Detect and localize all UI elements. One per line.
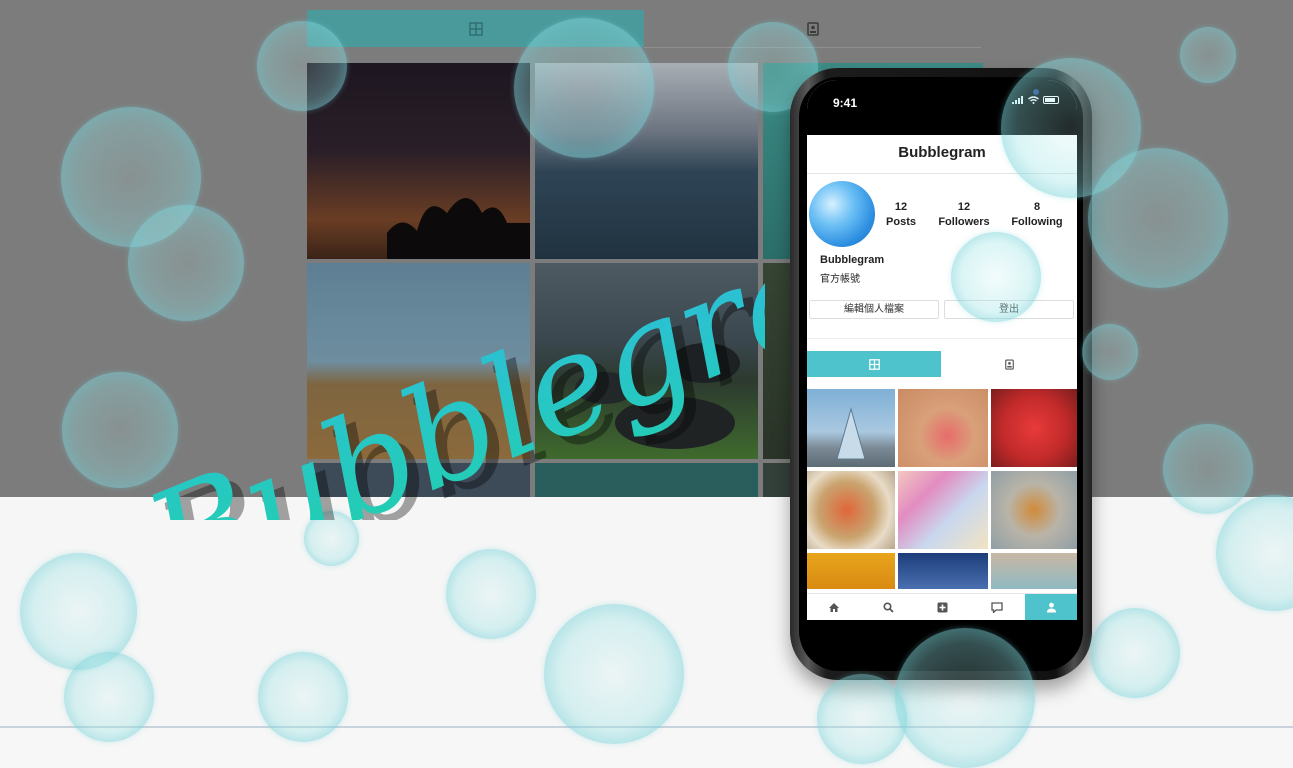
tagged-icon xyxy=(806,21,819,36)
nav-search[interactable] xyxy=(861,594,915,620)
nav-chat[interactable] xyxy=(969,594,1025,620)
home-icon xyxy=(829,603,839,612)
desktop-photo-rocks[interactable] xyxy=(535,263,758,459)
stat-following-value: 8 xyxy=(1033,201,1041,213)
phone-notch xyxy=(869,80,1039,108)
profile-username: Bubblegram xyxy=(820,254,885,266)
grid-icon xyxy=(468,21,483,36)
bubble xyxy=(304,511,359,566)
avatar[interactable] xyxy=(809,181,875,247)
profile-divider xyxy=(807,338,1077,339)
bubble xyxy=(1088,148,1228,288)
desktop-photo-bottom-2[interactable] xyxy=(535,463,758,497)
stat-following[interactable]: 8 Following xyxy=(1007,200,1067,230)
bubble xyxy=(128,205,244,321)
stat-posts[interactable]: 12 Posts xyxy=(871,200,931,230)
tab-grid[interactable] xyxy=(807,351,941,377)
photo-breakfast[interactable] xyxy=(991,471,1077,549)
bubble xyxy=(951,232,1041,322)
tagged-icon xyxy=(1004,358,1014,370)
photo-waffle[interactable] xyxy=(898,389,988,467)
edit-profile-button[interactable]: 編輯個人檔案 xyxy=(809,300,939,319)
grid-icon xyxy=(868,358,880,370)
add-post-icon xyxy=(937,602,947,613)
tab-tagged[interactable] xyxy=(941,351,1077,377)
bubble xyxy=(1180,27,1236,83)
photo-night-city[interactable] xyxy=(898,553,988,589)
bubble xyxy=(62,372,178,488)
nav-profile[interactable] xyxy=(1025,594,1077,620)
stat-posts-label: Posts xyxy=(886,216,916,228)
nav-add-post[interactable] xyxy=(915,594,969,620)
photo-watercolor[interactable] xyxy=(898,471,988,549)
stat-followers-value: 12 xyxy=(957,201,971,213)
photo-red-leaves[interactable] xyxy=(991,389,1077,467)
bubble xyxy=(817,674,907,764)
photo-autumn-tree[interactable] xyxy=(807,553,895,589)
desktop-tab-tagged[interactable] xyxy=(644,10,981,47)
profile-icon xyxy=(1046,602,1056,613)
tree-silhouette xyxy=(387,198,530,259)
bubble xyxy=(64,652,154,742)
chat-icon xyxy=(991,602,1003,613)
photo-chapel[interactable] xyxy=(807,389,895,467)
desktop-photo-night-sky[interactable] xyxy=(307,63,530,259)
bubble xyxy=(257,21,347,111)
status-time: 9:41 xyxy=(833,96,858,110)
search-icon xyxy=(882,602,894,613)
stat-followers-label: Followers xyxy=(938,216,990,228)
bottom-navigation xyxy=(807,593,1077,620)
phone-photo-grid xyxy=(807,389,1077,589)
desktop-profile-tabs xyxy=(307,10,981,48)
bubble xyxy=(1163,424,1253,514)
bubble xyxy=(1082,324,1138,380)
photo-dish[interactable] xyxy=(807,471,895,549)
bubble xyxy=(895,628,1035,768)
photo-cafe[interactable] xyxy=(991,553,1077,589)
stat-following-label: Following xyxy=(1011,216,1063,228)
chapel-shape xyxy=(836,407,866,460)
profile-bio: 官方帳號 xyxy=(820,274,860,285)
stat-followers[interactable]: 12 Followers xyxy=(934,200,994,230)
bubble xyxy=(1090,608,1180,698)
bubble xyxy=(258,652,348,742)
bubble xyxy=(514,18,654,158)
rocks-shape xyxy=(575,343,740,449)
bubble xyxy=(544,604,684,744)
desktop-photo-beach[interactable] xyxy=(307,263,530,459)
desktop-photo-bottom-1[interactable] xyxy=(307,463,530,497)
nav-home[interactable] xyxy=(807,594,861,620)
stat-posts-value: 12 xyxy=(894,201,908,213)
bubble xyxy=(446,549,536,639)
